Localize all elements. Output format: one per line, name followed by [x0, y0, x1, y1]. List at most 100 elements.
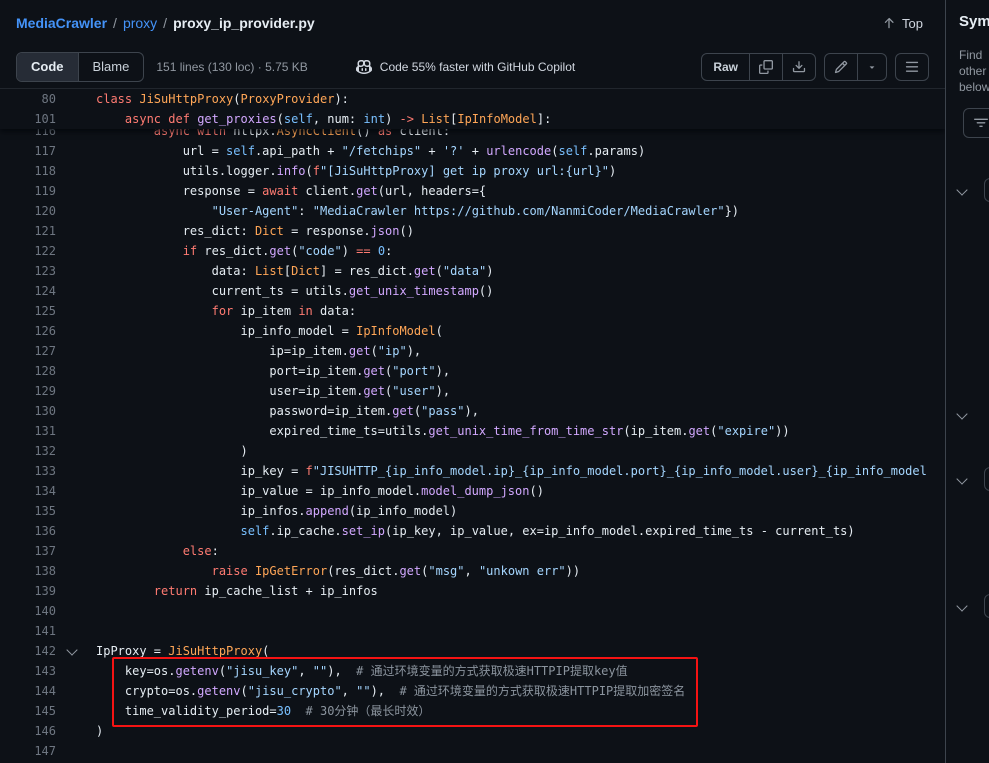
- line-number[interactable]: 134: [0, 481, 56, 501]
- code-line: 123 data: List[Dict] = res_dict.get("dat…: [0, 261, 945, 281]
- line-number[interactable]: 135: [0, 501, 56, 521]
- line-number[interactable]: 146: [0, 721, 56, 741]
- gutter: [56, 321, 96, 341]
- symbol-badge[interactable]: [984, 594, 989, 618]
- raw-button[interactable]: Raw: [702, 54, 749, 80]
- code-text: res_dict: Dict = response.json(): [96, 221, 414, 241]
- gutter: [56, 381, 96, 401]
- line-number[interactable]: 127: [0, 341, 56, 361]
- edit-button[interactable]: [825, 54, 857, 80]
- line-number[interactable]: 137: [0, 541, 56, 561]
- line-number[interactable]: 147: [0, 741, 56, 761]
- tab-blame[interactable]: Blame: [78, 53, 144, 81]
- line-number[interactable]: 128: [0, 361, 56, 381]
- gutter: [56, 461, 96, 481]
- edit-dropdown-button[interactable]: [857, 54, 886, 80]
- copilot-banner[interactable]: Code 55% faster with GitHub Copilot: [356, 59, 575, 75]
- code-line: 143 key=os.getenv("jisu_key", ""), # 通过环…: [0, 661, 945, 681]
- line-number[interactable]: 122: [0, 241, 56, 261]
- symbols-panel-button[interactable]: [896, 54, 928, 80]
- line-number[interactable]: 140: [0, 601, 56, 621]
- code-text: ip_infos.append(ip_info_model): [96, 501, 457, 521]
- code-text: class JiSuHttpProxy(ProxyProvider):: [96, 89, 349, 109]
- code-text: self.ip_cache.set_ip(ip_key, ip_value, e…: [96, 521, 855, 541]
- code-text: utils.logger.info(f"[JiSuHttpProxy] get …: [96, 161, 616, 181]
- code-line: 80 class JiSuHttpProxy(ProxyProvider):: [0, 89, 945, 109]
- code-text: password=ip_item.get("pass"),: [96, 401, 479, 421]
- breadcrumb-file-name: proxy_ip_provider.py: [173, 15, 315, 31]
- line-number[interactable]: 139: [0, 581, 56, 601]
- line-number[interactable]: 144: [0, 681, 56, 701]
- gutter: [56, 89, 96, 109]
- line-number[interactable]: 101: [0, 109, 56, 129]
- symbols-panel: Sym Find other below: [945, 0, 989, 763]
- code-text: ): [96, 721, 103, 741]
- code-line: 132 ): [0, 441, 945, 461]
- code-text: ip_value = ip_info_model.model_dump_json…: [96, 481, 544, 501]
- download-button[interactable]: [782, 54, 815, 80]
- download-icon: [792, 60, 806, 74]
- filter-icon: [974, 116, 988, 130]
- back-to-top-button[interactable]: Top: [876, 15, 929, 32]
- line-number[interactable]: 118: [0, 161, 56, 181]
- line-number[interactable]: 80: [0, 89, 56, 109]
- symbol-chevron-icon[interactable]: [956, 473, 967, 484]
- code-line: 137 else:: [0, 541, 945, 561]
- copy-button[interactable]: [749, 54, 782, 80]
- code-line: 101 async def get_proxies(self, num: int…: [0, 109, 945, 129]
- code-text: ip_info_model = IpInfoModel(: [96, 321, 443, 341]
- gutter: [56, 601, 96, 621]
- gutter: [56, 301, 96, 321]
- line-number[interactable]: 117: [0, 141, 56, 161]
- outline-icon: [905, 60, 919, 74]
- gutter: [56, 401, 96, 421]
- symbol-chevron-icon[interactable]: [956, 600, 967, 611]
- code-line: 125 for ip_item in data:: [0, 301, 945, 321]
- code-line: 144 crypto=os.getenv("jisu_crypto", ""),…: [0, 681, 945, 701]
- line-number[interactable]: 142: [0, 641, 56, 661]
- line-number[interactable]: 121: [0, 221, 56, 241]
- breadcrumb-folder-link[interactable]: proxy: [123, 15, 157, 31]
- sticky-lines: 80class JiSuHttpProxy(ProxyProvider):101…: [0, 89, 945, 129]
- raw-copy-download-group: Raw: [701, 53, 816, 81]
- collapse-chevron-icon[interactable]: [66, 644, 77, 655]
- code-line: 147: [0, 741, 945, 761]
- code-line: 130 password=ip_item.get("pass"),: [0, 401, 945, 421]
- line-number[interactable]: 130: [0, 401, 56, 421]
- line-number[interactable]: 126: [0, 321, 56, 341]
- line-number[interactable]: 141: [0, 621, 56, 641]
- symbol-chevron-icon[interactable]: [956, 184, 967, 195]
- code-text: port=ip_item.get("port"),: [96, 361, 450, 381]
- breadcrumb-repo-link[interactable]: MediaCrawler: [16, 15, 107, 31]
- line-number[interactable]: 129: [0, 381, 56, 401]
- line-number[interactable]: 120: [0, 201, 56, 221]
- line-number[interactable]: 124: [0, 281, 56, 301]
- gutter: [56, 741, 96, 761]
- breadcrumb-bar: MediaCrawler / proxy / proxy_ip_provider…: [0, 0, 945, 46]
- symbol-chevron-icon[interactable]: [956, 408, 967, 419]
- symbol-badge[interactable]: [984, 178, 989, 202]
- line-number[interactable]: 145: [0, 701, 56, 721]
- line-number[interactable]: 133: [0, 461, 56, 481]
- line-number[interactable]: 136: [0, 521, 56, 541]
- breadcrumb-separator: /: [163, 15, 167, 31]
- filter-button[interactable]: [963, 108, 989, 138]
- code-line: 131 expired_time_ts=utils.get_unix_time_…: [0, 421, 945, 441]
- line-number[interactable]: 143: [0, 661, 56, 681]
- code-text: key=os.getenv("jisu_key", ""), # 通过环境变量的…: [96, 661, 628, 681]
- line-number[interactable]: 138: [0, 561, 56, 581]
- symbol-badge[interactable]: [984, 467, 989, 491]
- file-toolbar: Code Blame 151 lines (130 loc) · 5.75 KB…: [0, 46, 945, 88]
- file-info: 151 lines (130 loc) · 5.75 KB: [156, 60, 307, 74]
- tab-code[interactable]: Code: [17, 53, 78, 81]
- code-line: 140: [0, 601, 945, 621]
- line-number[interactable]: 132: [0, 441, 56, 461]
- top-button-label: Top: [902, 16, 923, 31]
- line-number[interactable]: 119: [0, 181, 56, 201]
- gutter: [56, 621, 96, 641]
- line-number[interactable]: 125: [0, 301, 56, 321]
- line-number[interactable]: 131: [0, 421, 56, 441]
- gutter: [56, 521, 96, 541]
- line-number[interactable]: 123: [0, 261, 56, 281]
- code-text: user=ip_item.get("user"),: [96, 381, 450, 401]
